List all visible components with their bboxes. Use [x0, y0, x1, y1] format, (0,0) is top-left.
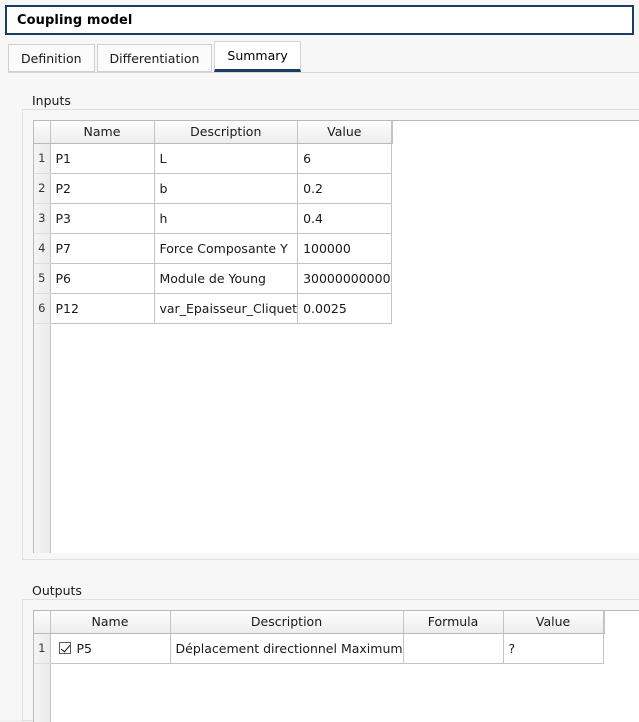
row-number: 4 [34, 233, 51, 264]
tab-summary-label: Summary [227, 48, 288, 63]
table-row[interactable]: 3 P3 h 0.4 [34, 203, 393, 234]
outputs-header-filler [603, 611, 605, 634]
input-name-cell[interactable]: P3 [50, 203, 155, 234]
row-number: 1 [34, 633, 51, 664]
input-description-cell[interactable]: Force Composante Y [154, 233, 299, 264]
inputs-row-gutter-tail [34, 324, 51, 553]
outputs-group-frame: Name Description Formula Value 1 P5 Déplac… [22, 599, 639, 722]
inputs-header-name[interactable]: Name [50, 121, 155, 144]
tab-definition-label: Definition [21, 50, 82, 66]
row-filler [391, 293, 393, 323]
table-row[interactable]: 1 P1 L 6 [34, 143, 393, 174]
row-number: 3 [34, 203, 51, 234]
inputs-header-value[interactable]: Value [297, 121, 392, 144]
row-filler [391, 203, 393, 233]
row-filler [391, 173, 393, 203]
inputs-table-widget[interactable]: Name Description Value 1 P1 L 6 2 P2 b 0.2 3 P3 h 0… [33, 120, 639, 553]
table-row[interactable]: 2 P2 b 0.2 [34, 173, 393, 204]
window-titlebar: Coupling model [5, 5, 634, 35]
table-row[interactable]: 5 P6 Module de Young 30000000000 [34, 263, 393, 294]
output-description-cell[interactable]: Déplacement directionnel Maximum [170, 633, 404, 664]
input-name-cell[interactable]: P2 [50, 173, 155, 204]
outputs-corner-header [34, 611, 51, 634]
output-name-cell[interactable]: P5 [50, 633, 171, 664]
window-title: Coupling model [17, 12, 133, 28]
input-value-cell[interactable]: 100000 [297, 233, 392, 264]
input-description-cell[interactable]: h [154, 203, 299, 234]
output-value-cell[interactable]: ? [503, 633, 604, 664]
outputs-header-value[interactable]: Value [503, 611, 604, 634]
table-row[interactable]: 1 P5 Déplacement directionnel Maximum? [34, 633, 605, 664]
table-row[interactable]: 6 P12 var_Epaisseur_Cliquet 0.0025 [34, 293, 393, 324]
input-name-cell[interactable]: P1 [50, 143, 155, 174]
outputs-table-widget[interactable]: Name Description Formula Value 1 P5 Déplac… [33, 610, 639, 722]
input-value-cell[interactable]: 0.0025 [297, 293, 392, 324]
outputs-table-body: 1 P5 Déplacement directionnel Maximum? [34, 633, 605, 664]
row-number: 5 [34, 263, 51, 294]
table-row[interactable]: 4 P7 Force Composante Y 100000 [34, 233, 393, 264]
outputs-header-formula[interactable]: Formula [403, 611, 504, 634]
outputs-table[interactable]: Name Description Formula Value 1 P5 Déplac… [34, 611, 605, 664]
row-filler [391, 143, 393, 173]
input-description-cell[interactable]: b [154, 173, 299, 204]
outputs-header-row: Name Description Formula Value [34, 611, 605, 634]
input-name-cell[interactable]: P6 [50, 263, 155, 294]
inputs-group-frame: Name Description Value 1 P1 L 6 2 P2 b 0.2 3 P3 h 0… [22, 109, 639, 560]
inputs-table[interactable]: Name Description Value 1 P1 L 6 2 P2 b 0.2 3 P3 h 0… [34, 121, 393, 324]
output-name-label: P5 [76, 640, 93, 656]
outputs-header-description[interactable]: Description [170, 611, 404, 634]
inputs-group-title: Inputs [32, 93, 71, 108]
inputs-header-row: Name Description Value [34, 121, 393, 144]
output-enabled-checkbox[interactable] [58, 642, 71, 654]
input-name-cell[interactable]: P7 [50, 233, 155, 264]
input-description-cell[interactable]: Module de Young [154, 263, 299, 294]
tab-summary[interactable]: Summary [214, 41, 301, 72]
input-value-cell[interactable]: 0.2 [297, 173, 392, 204]
input-description-cell[interactable]: L [154, 143, 299, 174]
row-number: 6 [34, 293, 51, 324]
row-number: 1 [34, 143, 51, 174]
row-number: 2 [34, 173, 51, 204]
row-filler [391, 233, 393, 263]
tab-differentiation[interactable]: Differentiation [96, 44, 213, 72]
coupling-model-window: Coupling model Definition Differentiatio… [0, 0, 639, 722]
row-filler [391, 263, 393, 293]
output-formula-cell[interactable] [403, 633, 504, 664]
inputs-group: Inputs Name Description Value 1 P1 L 6 2… [22, 93, 639, 560]
inputs-table-body: 1 P1 L 6 2 P2 b 0.2 3 P3 h 0.4 4 P7 Force Composante Y… [34, 143, 393, 324]
input-description-cell[interactable]: var_Epaisseur_Cliquet [154, 293, 299, 324]
inputs-corner-header [34, 121, 51, 144]
outputs-group: Outputs Name Description Formula Value 1… [22, 583, 639, 722]
outputs-group-title: Outputs [32, 583, 82, 598]
inputs-header-description[interactable]: Description [154, 121, 299, 144]
input-value-cell[interactable]: 6 [297, 143, 392, 174]
inputs-header-filler [391, 121, 393, 144]
input-name-cell[interactable]: P12 [50, 293, 155, 324]
tab-differentiation-label: Differentiation [109, 50, 200, 66]
row-filler [603, 633, 605, 663]
input-value-cell[interactable]: 30000000000 [297, 263, 392, 294]
outputs-header-name[interactable]: Name [50, 611, 171, 634]
outputs-row-gutter-tail [34, 664, 51, 722]
tab-definition[interactable]: Definition [8, 44, 95, 72]
tab-bar: Definition Differentiation Summary [8, 41, 639, 72]
summary-tab-panel: Inputs Name Description Value 1 P1 L 6 2… [8, 72, 639, 722]
input-value-cell[interactable]: 0.4 [297, 203, 392, 234]
